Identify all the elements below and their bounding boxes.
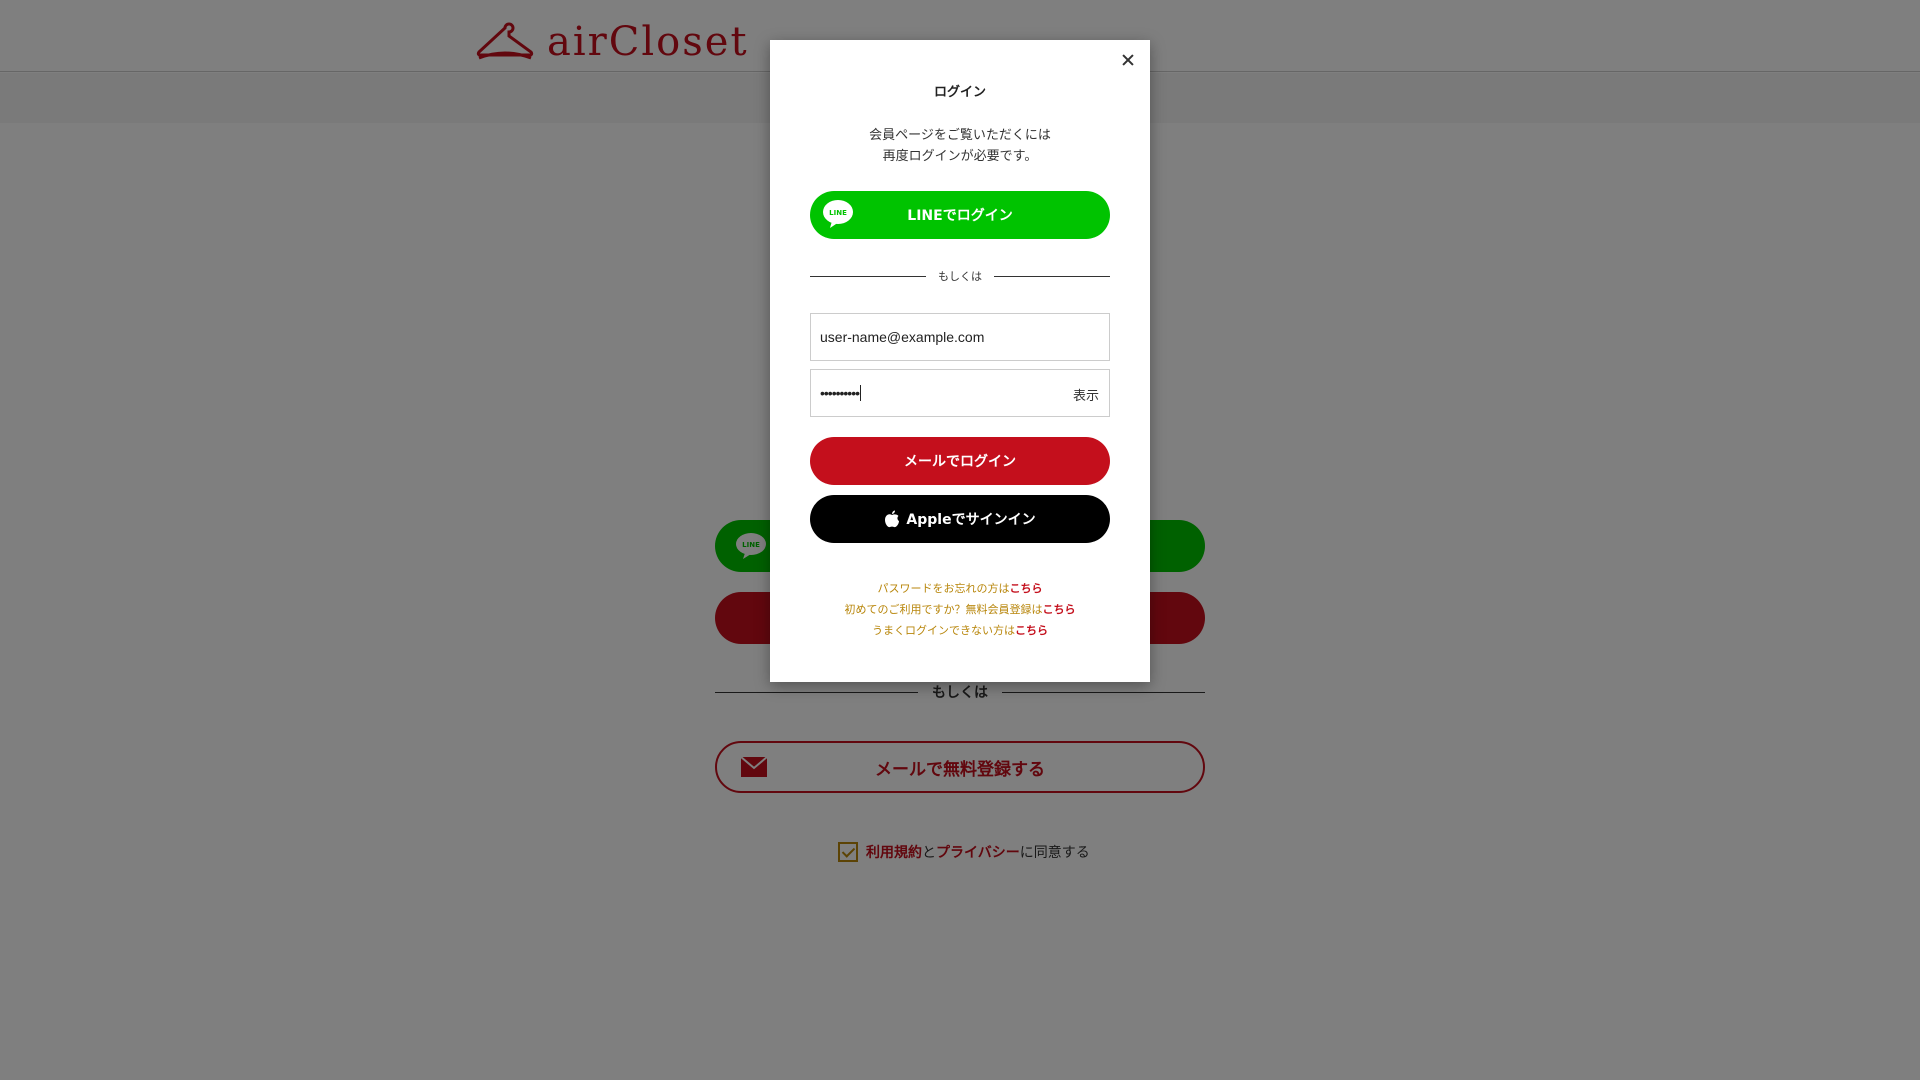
help-links: パスワードをお忘れの方はこちら 初めてのご利用ですか？無料会員登録はこちら うま… (770, 578, 1150, 641)
password-field[interactable]: •••••••••• 表示 (810, 369, 1110, 417)
login-trouble-link[interactable]: こちら (1015, 624, 1048, 637)
line-icon: LINE (823, 200, 853, 228)
forgot-password-line: パスワードをお忘れの方はこちら (770, 578, 1150, 599)
first-time-line: 初めてのご利用ですか？無料会員登録はこちら (770, 599, 1150, 620)
forgot-password-link[interactable]: こちら (1010, 582, 1043, 595)
email-field[interactable]: user-name@example.com (810, 313, 1110, 361)
modal-title: ログイン (933, 85, 986, 100)
modal-divider: もしくは (810, 266, 1110, 286)
register-link[interactable]: こちら (1043, 603, 1076, 616)
login-modal: ログイン 会員ページをご覧いただくには 再度ログインが必要です。 LINE LI… (770, 40, 1150, 682)
login-trouble-line: うまくログインできない方はこちら (770, 620, 1150, 641)
description-line-2: 再度ログインが必要です。 (882, 149, 1038, 164)
divider-line (994, 275, 1110, 277)
mail-login-label: メールでログイン (904, 454, 1016, 470)
mail-login-button[interactable]: メールでログイン (810, 437, 1110, 485)
email-value: user-name@example.com (820, 329, 985, 345)
apple-icon (885, 510, 900, 528)
divider-line (810, 275, 926, 277)
text-caret (860, 385, 862, 401)
close-icon[interactable] (1118, 50, 1138, 70)
svg-text:LINE: LINE (829, 209, 847, 217)
apple-signin-button[interactable]: Appleでサインイン (810, 495, 1110, 543)
apple-signin-label: Appleでサインイン (906, 512, 1036, 528)
line-login-button[interactable]: LINE LINEでログイン (810, 191, 1110, 239)
modal-description: 会員ページをご覧いただくには 再度ログインが必要です。 (770, 125, 1150, 167)
description-line-1: 会員ページをご覧いただくには (869, 128, 1051, 143)
forgot-password-text: パスワードをお忘れの方は (877, 582, 1010, 595)
line-login-label: LINEでログイン (907, 208, 1013, 224)
modal-divider-text: もしくは (938, 270, 982, 283)
first-time-text: 初めてのご利用ですか？無料会員登録は (844, 603, 1043, 616)
password-value: •••••••••• (820, 385, 860, 401)
show-password-toggle[interactable]: 表示 (1073, 385, 1099, 404)
login-trouble-text: うまくログインできない方は (872, 624, 1015, 637)
